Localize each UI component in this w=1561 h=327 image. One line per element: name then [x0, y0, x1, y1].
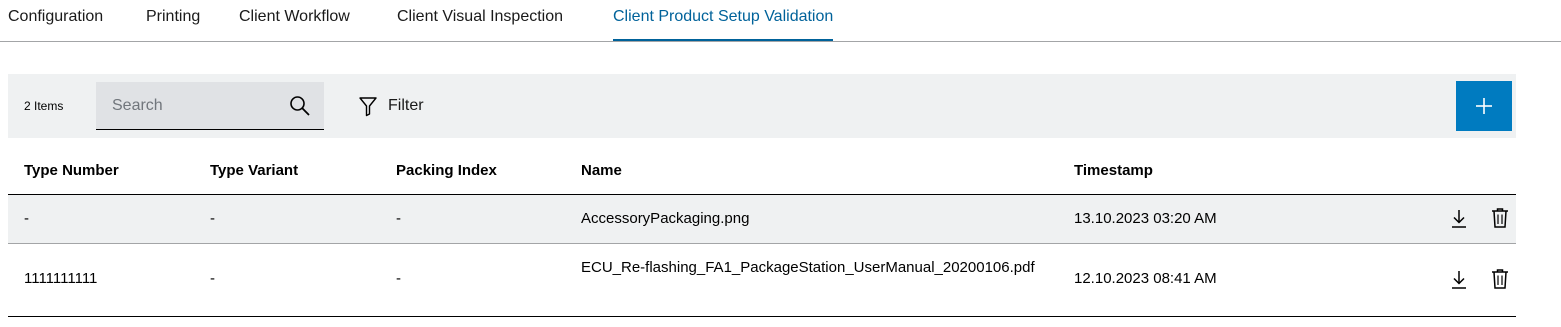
delete-icon[interactable] — [1489, 267, 1511, 291]
add-button[interactable] — [1456, 81, 1512, 131]
filter-button[interactable]: Filter — [358, 94, 424, 118]
item-count: 2 Items — [24, 99, 64, 113]
column-header-timestamp[interactable]: Timestamp — [1074, 162, 1153, 179]
cell-type-variant: - — [210, 270, 215, 287]
column-header-type-number[interactable]: Type Number — [24, 162, 119, 179]
filter-label: Filter — [388, 97, 424, 114]
column-header-name[interactable]: Name — [581, 162, 622, 179]
cell-timestamp: 13.10.2023 03:20 AM — [1074, 210, 1217, 227]
table-header: Type Number Type Variant Packing Index N… — [8, 152, 1516, 195]
cell-packing-index: - — [396, 270, 401, 287]
tab-printing[interactable]: Printing — [146, 8, 200, 41]
cell-type-number: 1111111111 — [24, 270, 98, 287]
download-icon[interactable] — [1448, 268, 1470, 292]
table-toolbar: 2 Items Filter — [8, 74, 1516, 138]
table-row[interactable]: 1111111111 - - ECU_Re-flashing_FA1_Packa… — [8, 244, 1516, 317]
table-row[interactable]: - - - AccessoryPackaging.png 13.10.2023 … — [8, 195, 1516, 244]
tab-configuration[interactable]: Configuration — [8, 8, 103, 41]
search-input[interactable] — [112, 95, 272, 117]
search-icon[interactable] — [288, 94, 312, 118]
download-icon[interactable] — [1448, 207, 1470, 231]
cell-type-variant: - — [210, 210, 215, 227]
cell-name: ECU_Re-flashing_FA1_PackageStation_UserM… — [581, 259, 1035, 276]
cell-type-number: - — [24, 210, 29, 227]
column-header-type-variant[interactable]: Type Variant — [210, 162, 298, 179]
column-header-packing-index[interactable]: Packing Index — [396, 162, 497, 179]
tab-client-workflow[interactable]: Client Workflow — [239, 8, 350, 41]
cell-timestamp: 12.10.2023 08:41 AM — [1074, 270, 1217, 287]
cell-packing-index: - — [396, 210, 401, 227]
search-box[interactable] — [96, 82, 324, 130]
tab-client-visual-inspection[interactable]: Client Visual Inspection — [397, 8, 563, 41]
tab-client-product-setup-validation[interactable]: Client Product Setup Validation — [613, 8, 834, 41]
delete-icon[interactable] — [1489, 206, 1511, 230]
tab-bar: Configuration Printing Client Workflow C… — [0, 0, 1561, 42]
cell-name: AccessoryPackaging.png — [581, 210, 750, 227]
plus-icon — [1476, 98, 1492, 114]
filter-icon — [359, 97, 377, 117]
